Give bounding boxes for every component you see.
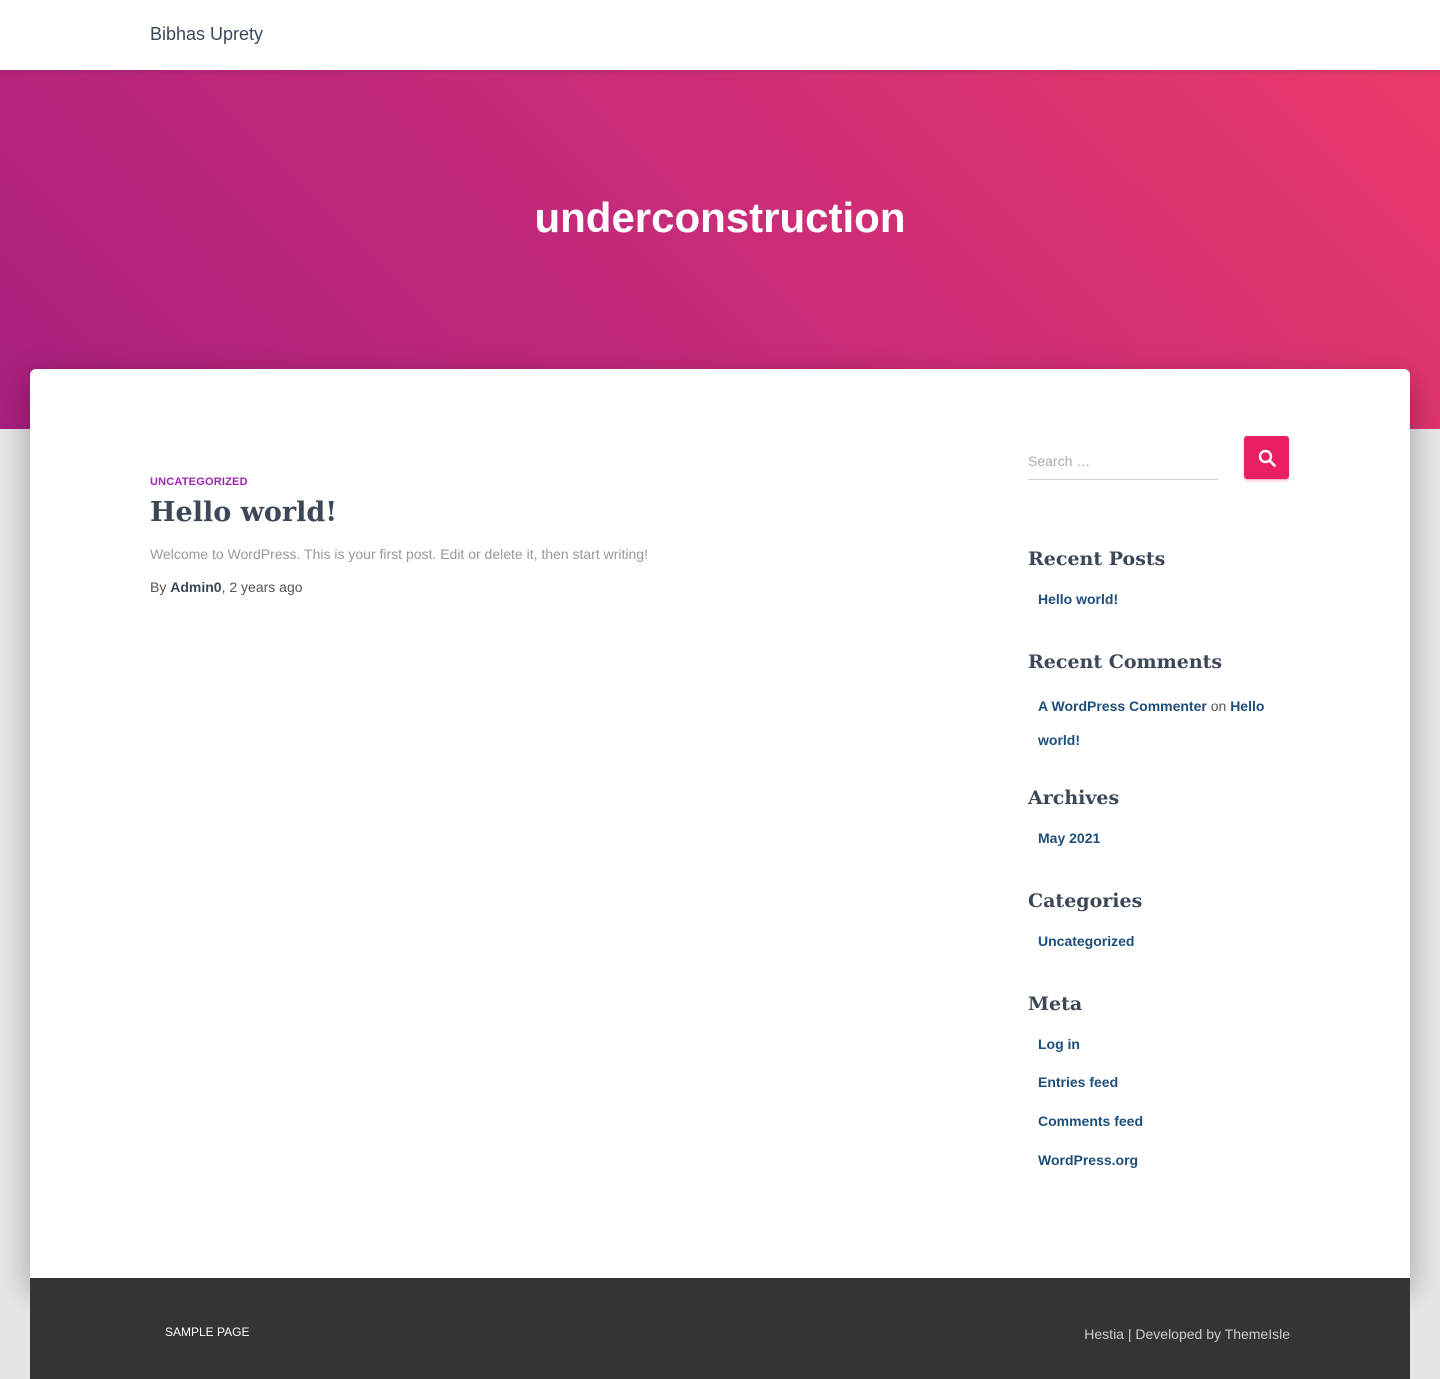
meta-separator: , <box>221 579 226 595</box>
footer-menu-sample-page[interactable]: Sample Page <box>165 1325 249 1339</box>
main-content-card: Uncategorized Hello world! Welcome to Wo… <box>30 369 1410 1278</box>
commenter-link[interactable]: A WordPress Commenter <box>1038 698 1207 714</box>
meta-link-comments-feed[interactable]: Comments feed <box>1038 1113 1143 1129</box>
meta-link-login[interactable]: Log in <box>1038 1036 1080 1052</box>
site-footer: Sample Page Hestia | Developed by ThemeI… <box>30 1278 1410 1379</box>
search-icon <box>1258 449 1276 467</box>
comment-on-label: on <box>1210 698 1227 714</box>
archives-title: Archives <box>1028 787 1120 809</box>
footer-credit-text: Hestia | Developed by <box>1084 1326 1221 1342</box>
recent-comment-item: A WordPress Commenter on Hello world! <box>1038 689 1278 757</box>
categories-title: Categories <box>1028 890 1143 912</box>
top-navbar: Bibhas Uprety <box>0 0 1440 70</box>
meta-link-wordpress-org[interactable]: WordPress.org <box>1038 1152 1138 1168</box>
by-label: By <box>150 579 167 595</box>
post-time: 2 years ago <box>229 579 303 595</box>
hero-title: underconstruction <box>534 194 906 241</box>
archive-link[interactable]: May 2021 <box>1038 830 1100 846</box>
search-input[interactable] <box>1028 453 1218 469</box>
post-title-link[interactable]: Hello world! <box>150 497 337 528</box>
post-category-link[interactable]: Uncategorized <box>150 476 248 488</box>
post-excerpt: Welcome to WordPress. This is your first… <box>150 546 648 562</box>
search-field-wrapper <box>1028 447 1218 480</box>
recent-posts-title: Recent Posts <box>1028 548 1166 570</box>
recent-post-link[interactable]: Hello world! <box>1038 591 1118 607</box>
footer-credit: Hestia | Developed by ThemeIsle <box>1084 1326 1290 1342</box>
post-meta: By Admin0, 2 years ago <box>150 579 303 595</box>
themeisle-link[interactable]: ThemeIsle <box>1225 1326 1290 1342</box>
site-title-link[interactable]: Bibhas Uprety <box>150 24 263 45</box>
category-link[interactable]: Uncategorized <box>1038 933 1134 949</box>
author-link[interactable]: Admin0 <box>170 579 221 595</box>
meta-title: Meta <box>1028 993 1083 1015</box>
meta-link-entries-feed[interactable]: Entries feed <box>1038 1074 1118 1090</box>
recent-comments-title: Recent Comments <box>1028 651 1223 673</box>
search-button[interactable] <box>1244 436 1289 479</box>
